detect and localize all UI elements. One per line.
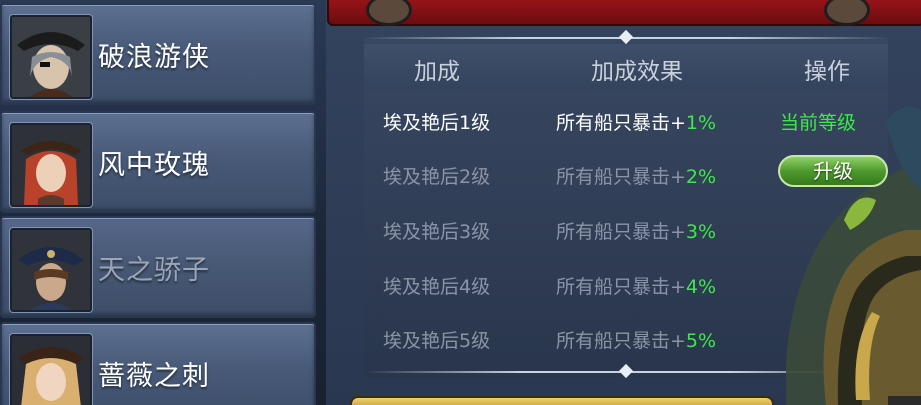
character-item-3[interactable]: 天之骄子 [0,216,316,318]
header-effect: 加成效果 [591,59,683,85]
game-screen: 破浪游侠 风中玫瑰 天之骄子 蔷薇之刺 加成 加成效果 操作 埃及艳后1级 所有… [0,0,921,405]
character-item-1[interactable]: 破浪游侠 [0,3,316,105]
row-name: 埃及艳后2级 [383,166,491,188]
row-effect: 所有船只暴击+2% [556,162,716,189]
row-name: 埃及艳后3级 [383,221,491,243]
effect-text: 所有船只暴击+ [556,221,686,243]
row-name: 埃及艳后1级 [383,112,491,134]
header-bonus: 加成 [414,59,460,85]
pirate-hat-portrait-icon [10,15,92,99]
row-effect: 所有船只暴击+4% [556,272,716,299]
row-effect: 所有船只暴击+3% [556,217,716,244]
character-item-4[interactable]: 蔷薇之刺 [0,322,316,405]
blonde-portrait-icon [10,334,92,405]
effect-pct: 5% [685,330,717,352]
effect-text: 所有船只暴击+ [556,166,686,188]
row-name: 埃及艳后4级 [383,276,491,298]
red-hair-portrait-icon [10,123,92,207]
row-effect: 所有船只暴击+5% [556,326,716,353]
effect-text: 所有船只暴击+ [556,276,686,298]
bottom-gold-bar [350,396,774,405]
character-name: 风中玫瑰 [98,150,210,181]
character-list: 破浪游侠 风中玫瑰 天之骄子 蔷薇之刺 [0,0,318,405]
bottom-right-bar [888,396,921,405]
row-name: 埃及艳后5级 [383,330,491,352]
effect-pct: 2% [685,166,717,188]
character-name: 蔷薇之刺 [98,361,210,392]
effect-pct: 4% [685,276,717,298]
character-name: 天之骄子 [98,255,210,286]
character-name: 破浪游侠 [98,42,210,73]
ornament-divider-top [364,29,888,45]
upgrade-button[interactable]: 升级 [778,155,888,187]
character-item-2[interactable]: 风中玫瑰 [0,111,316,213]
effect-pct: 3% [685,221,717,243]
tricorn-portrait-icon [10,228,92,312]
effect-pct: 1% [685,112,717,134]
current-level-label: 当前等级 [780,112,857,134]
effect-text: 所有船只暴击+ [556,330,686,352]
row-effect: 所有船只暴击+1% [556,108,716,135]
effect-text: 所有船只暴击+ [556,112,686,134]
